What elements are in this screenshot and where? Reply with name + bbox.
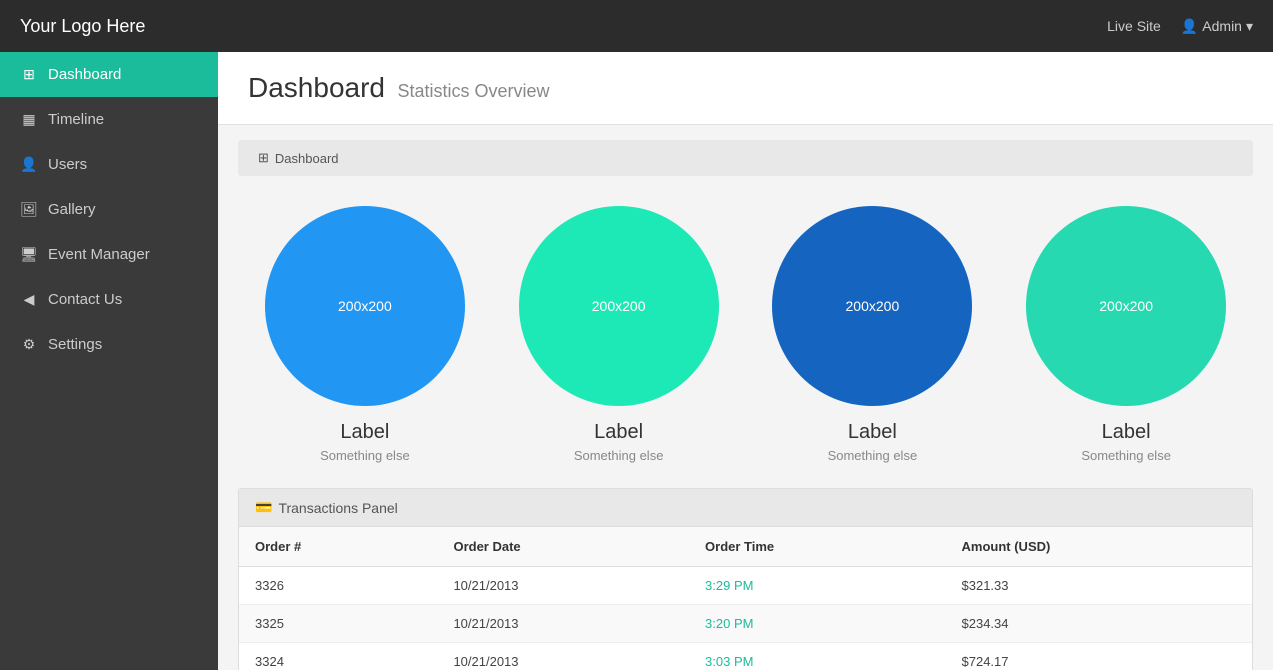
sidebar-item-label: Event Manager	[48, 246, 150, 263]
table-row: 3324 10/21/2013 3:03 PM $724.17	[239, 643, 1252, 670]
circle-4: 200x200	[1026, 206, 1226, 406]
breadcrumb-icon: ⊞	[258, 150, 269, 166]
table-row: 3326 10/21/2013 3:29 PM $321.33	[239, 567, 1252, 605]
sidebar-item-label: Dashboard	[48, 66, 121, 83]
circle-2: 200x200	[519, 206, 719, 406]
breadcrumb: ⊞ Dashboard	[238, 140, 1253, 176]
col-order: Order #	[239, 527, 437, 567]
cell-order: 3326	[239, 567, 437, 605]
sidebar-item-label: Gallery	[48, 201, 96, 218]
circle-item-3: 200x200 Label Something else	[746, 206, 1000, 463]
cell-amount: $724.17	[946, 643, 1252, 670]
panel-title: Transactions Panel	[278, 500, 397, 516]
circle-sublabel-1: Something else	[320, 448, 410, 463]
admin-menu[interactable]: 👤 Admin ▾	[1181, 18, 1253, 35]
sidebar-item-dashboard[interactable]: ⊞ Dashboard	[0, 52, 218, 97]
cell-date: 10/21/2013	[437, 605, 689, 643]
sidebar-item-label: Contact Us	[48, 291, 122, 308]
sidebar-item-event-manager[interactable]: 🖥 Event Manager	[0, 232, 218, 277]
table-row: 3325 10/21/2013 3:20 PM $234.34	[239, 605, 1252, 643]
col-date: Order Date	[437, 527, 689, 567]
cell-amount: $321.33	[946, 567, 1252, 605]
circle-label-4: Label	[1102, 421, 1151, 444]
circle-item-4: 200x200 Label Something else	[999, 206, 1253, 463]
page-subtitle: Statistics Overview	[397, 81, 549, 101]
page-header: Dashboard Statistics Overview	[218, 52, 1273, 125]
event-manager-icon: 🖥	[20, 246, 38, 263]
sidebar-item-timeline[interactable]: ▦ Timeline	[0, 97, 218, 142]
circle-size-label: 200x200	[592, 298, 646, 314]
circle-sublabel-2: Something else	[574, 448, 664, 463]
navbar-right: Live Site 👤 Admin ▾	[1107, 18, 1253, 35]
circle-item-1: 200x200 Label Something else	[238, 206, 492, 463]
main-content: Dashboard Statistics Overview ⊞ Dashboar…	[218, 52, 1273, 670]
sidebar-item-label: Users	[48, 156, 87, 173]
admin-icon: 👤	[1181, 18, 1198, 35]
sidebar-item-label: Timeline	[48, 111, 104, 128]
circle-size-label: 200x200	[846, 298, 900, 314]
cell-time: 3:20 PM	[689, 605, 945, 643]
sidebar-item-contact-us[interactable]: ◀ Contact Us	[0, 277, 218, 322]
cell-order: 3325	[239, 605, 437, 643]
layout: ⊞ Dashboard ▦ Timeline 👤 Users 🖼 Gallery…	[0, 52, 1273, 670]
table-header-row: Order # Order Date Order Time Amount (US…	[239, 527, 1252, 567]
sidebar-item-gallery[interactable]: 🖼 Gallery	[0, 187, 218, 232]
circle-sublabel-3: Something else	[828, 448, 918, 463]
transactions-table: Order # Order Date Order Time Amount (US…	[239, 527, 1252, 670]
circle-size-label: 200x200	[1099, 298, 1153, 314]
sidebar: ⊞ Dashboard ▦ Timeline 👤 Users 🖼 Gallery…	[0, 52, 218, 670]
admin-label: Admin	[1202, 18, 1242, 34]
col-time: Order Time	[689, 527, 945, 567]
dashboard-icon: ⊞	[20, 66, 38, 83]
sidebar-item-users[interactable]: 👤 Users	[0, 142, 218, 187]
cell-time: 3:03 PM	[689, 643, 945, 670]
chevron-down-icon: ▾	[1246, 18, 1253, 35]
sidebar-item-settings[interactable]: ⚙ Settings	[0, 322, 218, 367]
breadcrumb-label: Dashboard	[275, 151, 339, 166]
live-site-link[interactable]: Live Site	[1107, 18, 1161, 34]
circle-size-label: 200x200	[338, 298, 392, 314]
circle-label-3: Label	[848, 421, 897, 444]
sidebar-item-label: Settings	[48, 336, 102, 353]
users-icon: 👤	[20, 156, 38, 173]
circle-item-2: 200x200 Label Something else	[492, 206, 746, 463]
circle-1: 200x200	[265, 206, 465, 406]
col-amount: Amount (USD)	[946, 527, 1252, 567]
circle-3: 200x200	[772, 206, 972, 406]
contact-icon: ◀	[20, 291, 38, 308]
circle-label-1: Label	[340, 421, 389, 444]
cell-order: 3324	[239, 643, 437, 670]
gallery-icon: 🖼	[20, 201, 38, 218]
timeline-icon: ▦	[20, 111, 38, 128]
circle-sublabel-4: Something else	[1081, 448, 1171, 463]
panel-header: 💳 Transactions Panel	[239, 489, 1252, 527]
circle-label-2: Label	[594, 421, 643, 444]
navbar: Your Logo Here Live Site 👤 Admin ▾	[0, 0, 1273, 52]
cell-amount: $234.34	[946, 605, 1252, 643]
page-title: Dashboard	[248, 72, 385, 103]
transactions-icon: 💳	[255, 499, 272, 516]
transactions-panel: 💳 Transactions Panel Order # Order Date …	[238, 488, 1253, 670]
cell-date: 10/21/2013	[437, 643, 689, 670]
settings-icon: ⚙	[20, 336, 38, 353]
cell-date: 10/21/2013	[437, 567, 689, 605]
circles-section: 200x200 Label Something else 200x200 Lab…	[218, 186, 1273, 473]
cell-time: 3:29 PM	[689, 567, 945, 605]
navbar-brand: Your Logo Here	[20, 16, 145, 37]
